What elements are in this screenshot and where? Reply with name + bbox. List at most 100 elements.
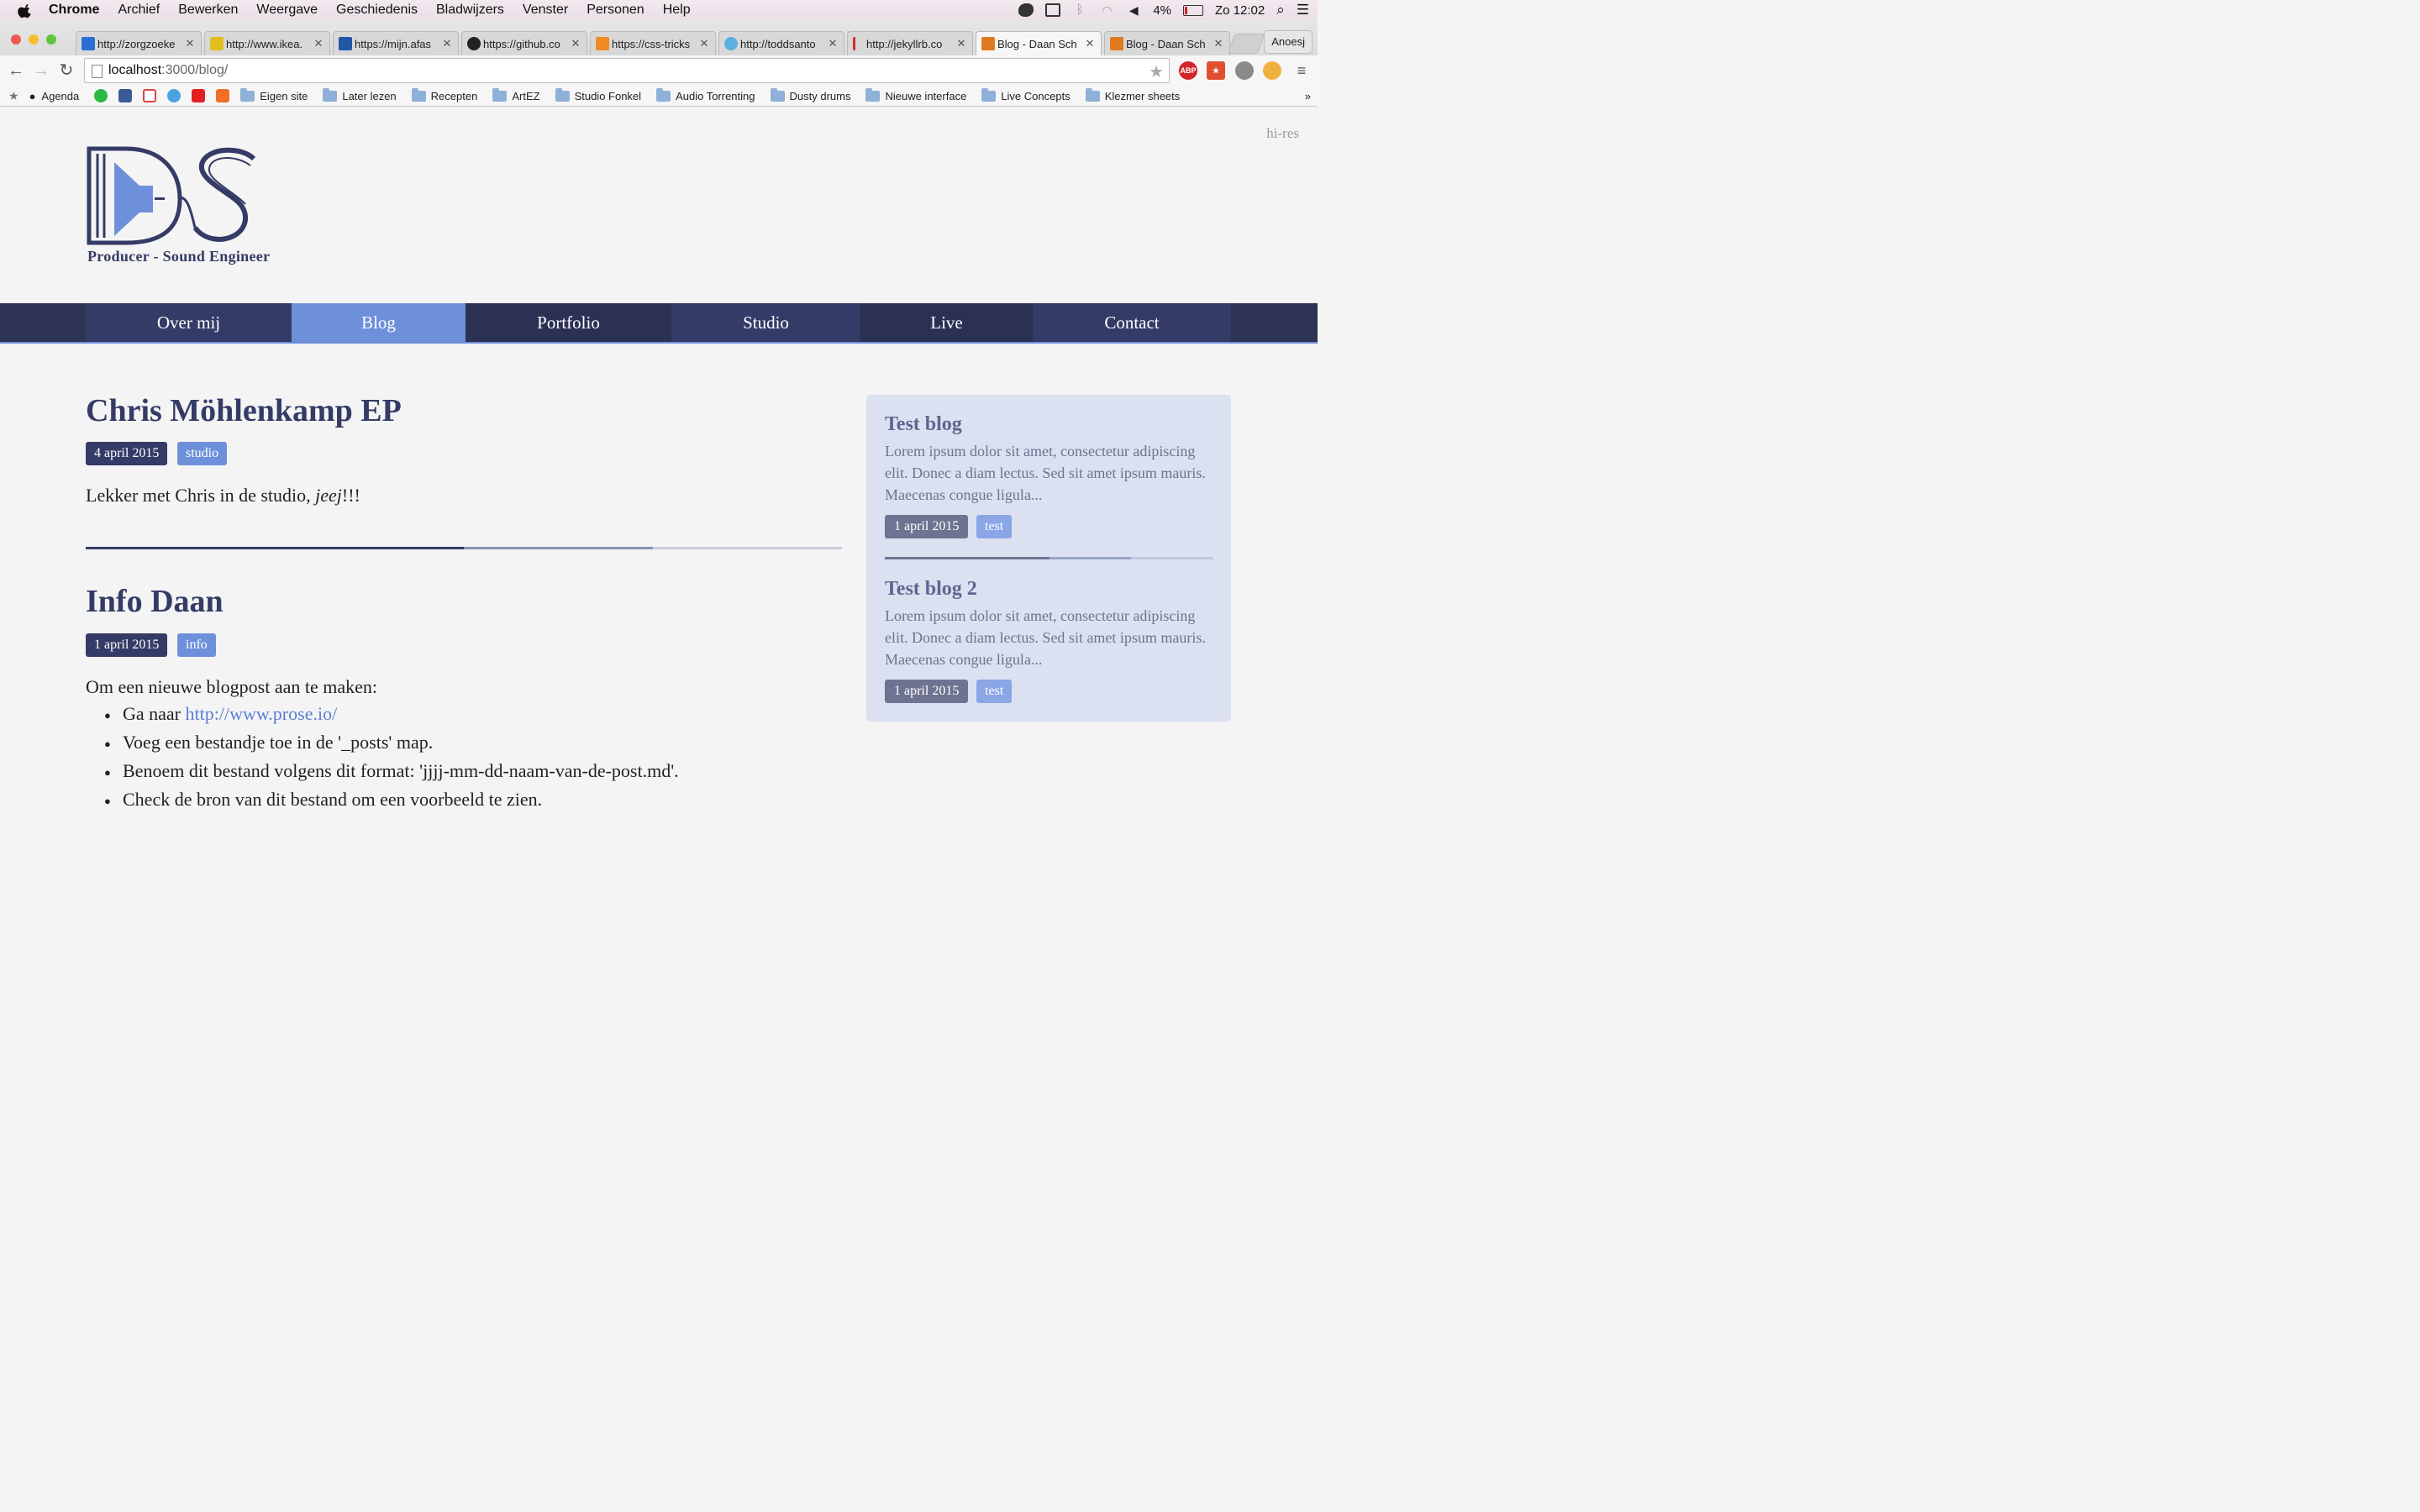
tab-zorgzoeker[interactable]: http://zorgzoeke ✕ (76, 31, 202, 55)
notification-center-icon[interactable]: ☰ (1297, 2, 1309, 18)
address-bar[interactable]: localhost:3000/blog/ ★ (84, 58, 1170, 83)
folder-icon (323, 87, 338, 102)
bookmark-folder-audio-torrenting[interactable]: Audio Torrenting (656, 87, 755, 102)
tab-title: http://jekyllrb.co (866, 37, 943, 50)
url-path: :3000/blog/ (161, 63, 229, 77)
tab-afas[interactable]: https://mijn.afas ✕ (333, 31, 459, 55)
bookmark-label: Studio Fonkel (574, 89, 642, 102)
post-tag-badge[interactable]: info (177, 633, 216, 657)
tab-title: http://www.ikea. (226, 37, 303, 50)
bookmark-folder-recepten[interactable]: Recepten (411, 87, 478, 102)
twitter-icon[interactable] (167, 89, 182, 102)
nav-portfolio[interactable]: Portfolio (466, 303, 671, 342)
tab-close-icon[interactable]: ✕ (441, 37, 453, 50)
tab-ikea[interactable]: http://www.ikea. ✕ (204, 31, 330, 55)
evernote-icon[interactable] (1018, 3, 1034, 17)
bookmarks-overflow-chevron-icon[interactable]: » (1305, 90, 1311, 102)
menu-bladwijzers[interactable]: Bladwijzers (436, 3, 504, 18)
tab-title: https://github.co (483, 37, 560, 50)
forward-arrow-icon[interactable]: → (32, 61, 50, 80)
sidebar-post-title[interactable]: Test blog (885, 413, 962, 436)
tab-close-icon[interactable]: ✕ (570, 37, 581, 50)
extension-red-icon[interactable]: ★ (1207, 61, 1225, 80)
sidebar-tag-badge[interactable]: test (976, 680, 1013, 703)
nav-studio[interactable]: Studio (671, 303, 860, 342)
hi-res-link[interactable]: hi-res (1266, 125, 1299, 142)
github-icon (467, 37, 481, 50)
soundcloud-icon[interactable] (216, 89, 230, 102)
spotlight-search-icon[interactable]: ⌕ (1276, 2, 1285, 18)
reload-icon[interactable]: ↻ (57, 61, 76, 80)
volume-icon[interactable]: ◀ (1126, 3, 1141, 17)
zoom-window-button[interactable] (46, 34, 56, 45)
chrome-menu-icon[interactable]: ≡ (1292, 61, 1311, 80)
youtube-icon[interactable] (192, 89, 206, 102)
browser-tab-strip: http://zorgzoeke ✕ http://www.ikea. ✕ http… (0, 20, 1318, 55)
tab-title: https://mijn.afas (355, 37, 432, 50)
tab-close-icon[interactable]: ✕ (1084, 37, 1096, 50)
tab-close-icon[interactable]: ✕ (184, 37, 196, 50)
nav-blog[interactable]: Blog (292, 303, 466, 342)
new-tab-button[interactable] (1227, 34, 1265, 54)
tab-toddsantoro[interactable]: http://toddsanto ✕ (718, 31, 844, 55)
gmail-icon[interactable] (143, 89, 157, 102)
battery-icon[interactable] (1183, 4, 1203, 16)
menu-help[interactable]: Help (663, 3, 691, 18)
post-tag-badge[interactable]: studio (177, 442, 228, 465)
bookmark-folder-artez[interactable]: ArtEZ (492, 87, 540, 102)
profile-button[interactable]: Anoesj (1264, 30, 1313, 54)
bookmark-folder-klezmer-sheets[interactable]: Klezmer sheets (1085, 87, 1180, 102)
menu-venster[interactable]: Venster (523, 3, 568, 18)
tab-close-icon[interactable]: ✕ (827, 37, 839, 50)
extension-orange-icon[interactable] (1263, 61, 1281, 80)
menu-bewerken[interactable]: Bewerken (178, 3, 238, 18)
tab-blog[interactable]: Blog - Daan Sch ✕ (1104, 31, 1230, 55)
adblock-plus-icon[interactable]: ABP (1179, 61, 1197, 80)
nav-contact[interactable]: Contact (1033, 303, 1231, 342)
close-window-button[interactable] (11, 34, 21, 45)
minimize-window-button[interactable] (29, 34, 39, 45)
tab-blog-active[interactable]: Blog - Daan Sch ✕ (976, 31, 1102, 55)
screen-share-icon[interactable] (1045, 3, 1061, 17)
bookmark-agenda[interactable]: ● Agenda (29, 90, 80, 102)
bookmark-folder-studio-fonkel[interactable]: Studio Fonkel (555, 87, 642, 102)
tab-favicon-icon (1110, 37, 1123, 50)
wifi-icon[interactable]: ◠ (1099, 3, 1114, 17)
tab-close-icon[interactable]: ✕ (1213, 37, 1224, 50)
menu-weergave[interactable]: Weergave (256, 3, 318, 18)
tab-close-icon[interactable]: ✕ (955, 37, 967, 50)
bookmark-folder-dusty-drums[interactable]: Dusty drums (770, 87, 850, 102)
extension-gray-icon[interactable] (1235, 61, 1254, 80)
bookmark-folder-live-concepts[interactable]: Live Concepts (981, 87, 1071, 102)
tab-jekyllrb[interactable]: http://jekyllrb.co ✕ (847, 31, 973, 55)
bookmark-folder-later-lezen[interactable]: Later lezen (323, 87, 397, 102)
bookmark-folder-eigen-site[interactable]: Eigen site (240, 87, 308, 102)
menubar-clock[interactable]: Zo 12:02 (1215, 3, 1265, 18)
bookmark-label: Recepten (430, 89, 478, 102)
menu-personen[interactable]: Personen (587, 3, 644, 18)
menu-app-name[interactable]: Chrome (49, 3, 99, 18)
menu-archief[interactable]: Archief (118, 3, 160, 18)
nav-over-mij[interactable]: Over mij (86, 303, 292, 342)
sidebar-tag-badge[interactable]: test (976, 515, 1013, 538)
bookmark-folder-nieuwe-interface[interactable]: Nieuwe interface (865, 87, 966, 102)
nav-live[interactable]: Live (860, 303, 1033, 342)
bookmark-star-icon[interactable]: ★ (1149, 60, 1164, 84)
tab-close-icon[interactable]: ✕ (313, 37, 324, 50)
facebook-icon[interactable] (118, 89, 133, 102)
list-item-text: Ga naar (123, 703, 186, 724)
menu-geschiedenis[interactable]: Geschiedenis (336, 3, 418, 18)
prose-io-link[interactable]: http://www.prose.io/ (186, 703, 338, 724)
bluetooth-icon[interactable]: ᛒ (1072, 3, 1087, 17)
sidebar-post-title[interactable]: Test blog 2 (885, 578, 977, 601)
post-body-text: Lekker met Chris in de studio, (86, 485, 316, 506)
post-title[interactable]: Info Daan (86, 583, 224, 620)
whatsapp-icon[interactable] (94, 89, 108, 102)
post-title[interactable]: Chris Möhlenkamp EP (86, 392, 402, 429)
apps-star-icon[interactable]: ★ (8, 89, 19, 103)
back-arrow-icon[interactable]: ← (7, 61, 25, 80)
tab-github[interactable]: https://github.co ✕ (461, 31, 587, 55)
apple-logo-icon[interactable] (17, 2, 34, 18)
tab-css-tricks[interactable]: https://css-tricks ✕ (590, 31, 716, 55)
tab-close-icon[interactable]: ✕ (698, 37, 710, 50)
